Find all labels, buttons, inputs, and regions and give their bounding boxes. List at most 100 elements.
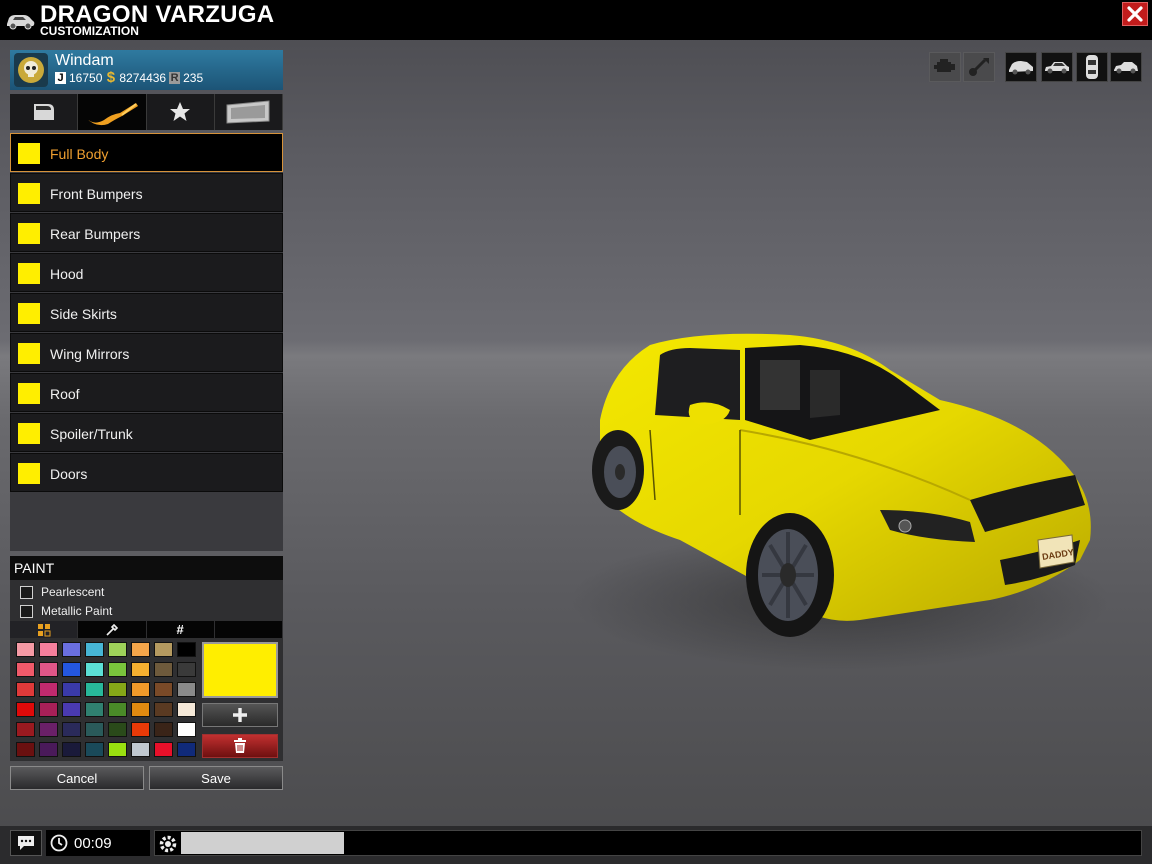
palette-swatch[interactable]: [131, 642, 150, 657]
palette-swatch[interactable]: [177, 702, 196, 717]
tab-palette[interactable]: [10, 621, 78, 638]
part-color-swatch: [18, 223, 40, 244]
palette-swatch[interactable]: [131, 742, 150, 757]
tab-license-plate[interactable]: [214, 94, 283, 130]
palette-swatch[interactable]: [62, 662, 81, 677]
palette-swatch[interactable]: [108, 702, 127, 717]
palette-swatch[interactable]: [85, 642, 104, 657]
engine-view-button[interactable]: [929, 52, 961, 82]
palette-swatch[interactable]: [108, 662, 127, 677]
palette-swatch[interactable]: [85, 682, 104, 697]
chat-button[interactable]: [10, 830, 42, 856]
part-item[interactable]: Front Bumpers: [10, 173, 283, 212]
palette-swatch[interactable]: [62, 742, 81, 757]
part-item[interactable]: Roof: [10, 373, 283, 412]
palette-swatch[interactable]: [39, 662, 58, 677]
palette-swatch[interactable]: [154, 682, 173, 697]
palette-swatch[interactable]: [39, 642, 58, 657]
customization-screen: DRAGON VARZUGA CUSTOMIZATION Windam J 16…: [0, 0, 1152, 864]
palette-swatch[interactable]: [62, 642, 81, 657]
palette-swatch[interactable]: [177, 742, 196, 757]
palette-swatch[interactable]: [85, 742, 104, 757]
palette-swatch[interactable]: [177, 662, 196, 677]
parts-list: Full Body Front Bumpers Rear Bumpers Hood Si…: [10, 133, 283, 551]
metallic-paint-checkbox[interactable]: Metallic Paint: [20, 604, 112, 618]
skull-emblem-icon: [18, 57, 44, 83]
horn-icon: [969, 58, 989, 76]
tab-color-picker[interactable]: [78, 621, 146, 638]
horn-view-button[interactable]: [963, 52, 995, 82]
part-item[interactable]: Full Body: [10, 133, 283, 172]
player-card: Windam J 16750 $ 8274436 R 235: [10, 50, 283, 90]
license-plate-icon: [226, 100, 270, 124]
pearlescent-checkbox[interactable]: Pearlescent: [20, 585, 104, 599]
title-bar: DRAGON VARZUGA CUSTOMIZATION: [0, 0, 1152, 40]
jobs-points-icon: J: [55, 72, 66, 84]
part-label: Rear Bumpers: [50, 226, 141, 242]
tab-body-parts[interactable]: [10, 94, 79, 130]
palette-swatch[interactable]: [177, 642, 196, 657]
palette-swatch[interactable]: [131, 702, 150, 717]
part-item[interactable]: Spoiler/Trunk: [10, 413, 283, 452]
palette-swatch[interactable]: [177, 722, 196, 737]
palette-swatch[interactable]: [62, 682, 81, 697]
palette-swatch[interactable]: [154, 742, 173, 757]
palette-swatch[interactable]: [85, 722, 104, 737]
car-door-icon: [33, 104, 54, 120]
side-view-button[interactable]: [1041, 52, 1073, 82]
palette-swatch[interactable]: [16, 642, 35, 657]
tab-empty[interactable]: [214, 621, 282, 638]
palette-swatch[interactable]: [39, 722, 58, 737]
palette-swatch[interactable]: [39, 702, 58, 717]
gear-icon: [159, 835, 177, 853]
palette-swatch[interactable]: [62, 702, 81, 717]
palette-swatch[interactable]: [154, 702, 173, 717]
palette-swatch[interactable]: [108, 742, 127, 757]
palette-swatch[interactable]: [108, 642, 127, 657]
part-item[interactable]: Wing Mirrors: [10, 333, 283, 372]
top-view-button[interactable]: [1076, 52, 1108, 82]
part-color-swatch: [18, 143, 40, 164]
palette-swatch[interactable]: [39, 742, 58, 757]
palette-swatch[interactable]: [131, 662, 150, 677]
tab-hex-color[interactable]: #: [146, 621, 214, 638]
part-label: Doors: [50, 466, 88, 482]
close-button[interactable]: [1122, 2, 1148, 26]
palette-swatch[interactable]: [85, 662, 104, 677]
part-item[interactable]: Rear Bumpers: [10, 213, 283, 252]
car-preview[interactable]: DADDY: [560, 300, 1120, 680]
palette-swatch[interactable]: [154, 662, 173, 677]
money-value: 8274436: [119, 71, 167, 85]
save-button[interactable]: Save: [149, 766, 283, 790]
palette-swatch[interactable]: [16, 702, 35, 717]
palette-swatch[interactable]: [16, 722, 35, 737]
palette-swatch[interactable]: [16, 682, 35, 697]
palette-swatch[interactable]: [131, 722, 150, 737]
palette-swatch[interactable]: [177, 682, 196, 697]
delete-color-button[interactable]: [202, 734, 278, 758]
tab-extras[interactable]: [146, 94, 215, 130]
selected-color-preview: [202, 642, 278, 698]
part-item[interactable]: Hood: [10, 253, 283, 292]
palette-swatch[interactable]: [62, 722, 81, 737]
progress-bar: [154, 830, 1142, 856]
palette-swatch[interactable]: [108, 682, 127, 697]
palette-swatch[interactable]: [108, 722, 127, 737]
star-icon: [170, 102, 191, 121]
progress-fill: [181, 832, 344, 854]
rear-view-button[interactable]: [1110, 52, 1142, 82]
add-color-button[interactable]: [202, 703, 278, 727]
front-three-quarter-view-button[interactable]: [1005, 52, 1037, 82]
tab-paint[interactable]: [78, 94, 147, 130]
paint-brush-icon: [85, 103, 138, 126]
part-item[interactable]: Side Skirts: [10, 293, 283, 332]
palette-swatch[interactable]: [131, 682, 150, 697]
palette-swatch[interactable]: [16, 662, 35, 677]
cancel-button[interactable]: Cancel: [10, 766, 144, 790]
palette-swatch[interactable]: [85, 702, 104, 717]
palette-swatch[interactable]: [39, 682, 58, 697]
palette-swatch[interactable]: [16, 742, 35, 757]
palette-swatch[interactable]: [154, 722, 173, 737]
part-item[interactable]: Doors: [10, 453, 283, 492]
palette-swatch[interactable]: [154, 642, 173, 657]
